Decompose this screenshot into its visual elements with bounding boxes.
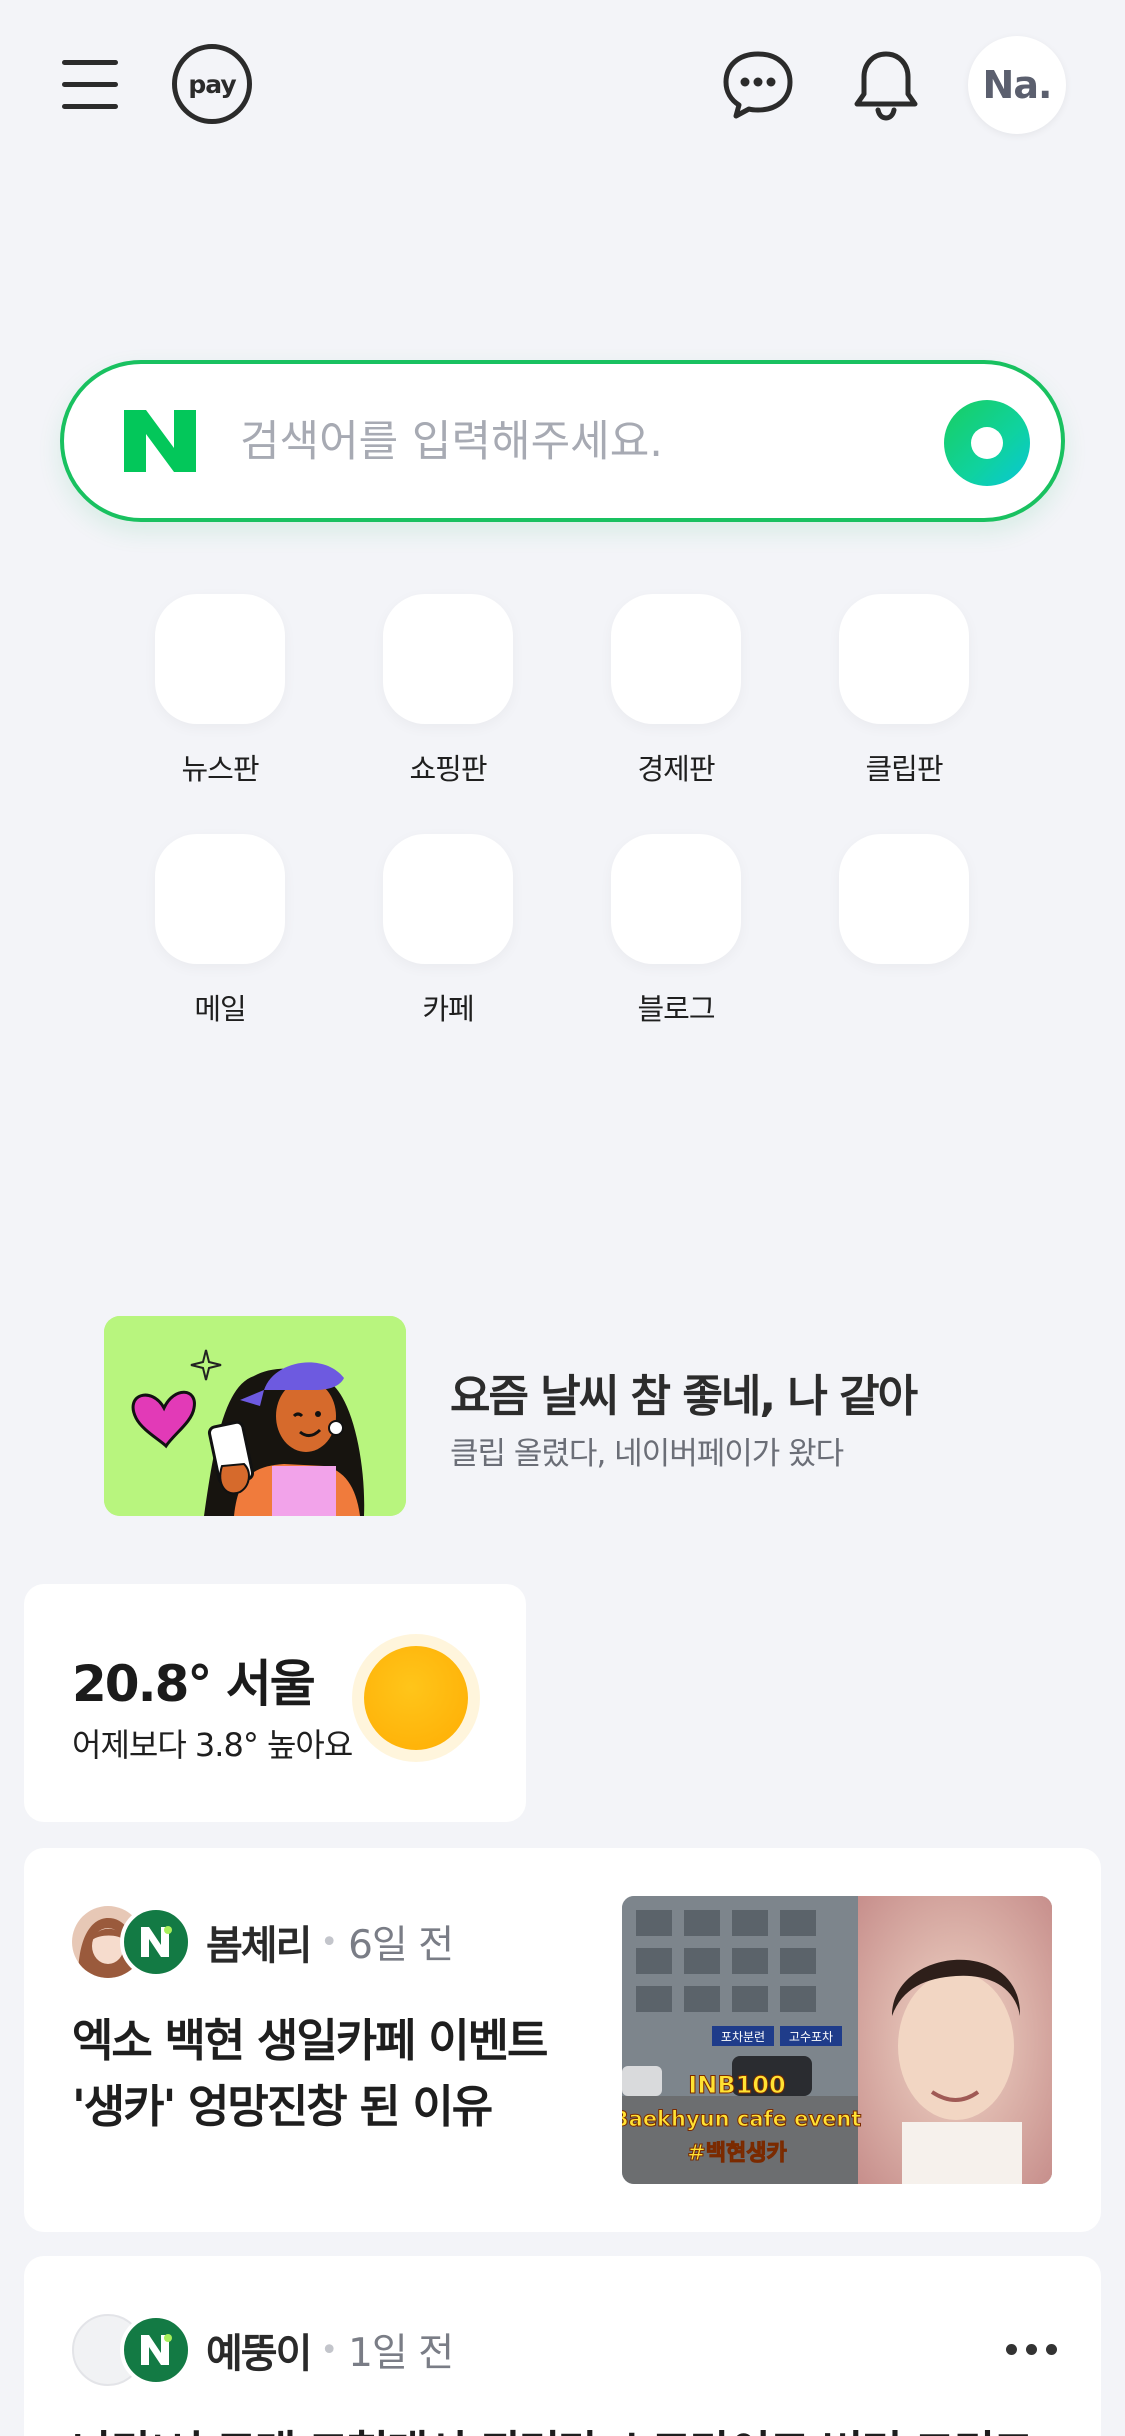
shortcut-label: 클립판 xyxy=(865,752,943,786)
shortcut-economy[interactable]: 경제판 xyxy=(601,594,751,804)
separator-dot: • xyxy=(320,2332,339,2368)
search-input[interactable] xyxy=(240,410,900,474)
bell-icon[interactable] xyxy=(846,44,926,124)
headline-line: 엑소 백현 생일카페 이벤트 xyxy=(72,2014,548,2067)
weather-city: 서울 xyxy=(225,1655,316,1713)
post-thumbnail[interactable]: 포차분련 고수포차 INB100 Baekhyun cafe event #백현… xyxy=(622,1896,1052,2184)
shortcut-label: 경제판 xyxy=(637,752,715,786)
search-bar[interactable] xyxy=(60,360,1065,522)
separator-dot: • xyxy=(320,1924,339,1960)
shortcut-empty[interactable] xyxy=(829,834,979,1044)
shortcut-label xyxy=(829,986,979,1026)
author-name[interactable]: 예뚱이 xyxy=(206,2321,312,2379)
shortcut-tile xyxy=(611,594,741,724)
naver-n-logo-icon xyxy=(124,410,196,472)
shortcut-tile xyxy=(383,594,513,724)
shortcut-tile xyxy=(155,834,285,964)
author-row: 봄체리 • 6일 전 xyxy=(72,1906,454,1978)
shortcut-cafe[interactable]: 카페 xyxy=(373,834,523,1044)
weather-headline: 20.8° 서울 xyxy=(72,1644,316,1716)
naver-home-screen: pay Na. 뉴스판 쇼핑판 xyxy=(0,0,1125,2436)
thumbnail-caption: INB100 xyxy=(688,2071,785,2099)
shortcut-clip[interactable]: 클립판 xyxy=(829,594,979,804)
post-time: 6일 전 xyxy=(348,1923,454,1968)
thumbnail-caption: #백현생카 xyxy=(687,2141,786,2166)
storefront-sign: 고수포차 xyxy=(789,2030,833,2044)
promo-title: 요즘 날씨 참 좋네, 나 같아 xyxy=(450,1371,918,1422)
pay-label: pay xyxy=(188,69,236,99)
hamburger-menu-icon[interactable] xyxy=(58,58,122,112)
shortcut-label: 뉴스판 xyxy=(181,752,259,786)
sun-icon xyxy=(364,1646,468,1750)
avatar-text: Na. xyxy=(982,63,1053,107)
promo-banner[interactable]: 요즘 날씨 참 좋네, 나 같아 클립 올렸다, 네이버페이가 왔다 xyxy=(104,1316,1024,1516)
promo-illustration xyxy=(104,1316,406,1516)
shortcut-label: 메일 xyxy=(194,992,246,1026)
weather-temperature: 20.8° xyxy=(72,1655,212,1713)
shortcut-label: 쇼핑판 xyxy=(409,752,487,786)
shortcut-mail[interactable]: 메일 xyxy=(145,834,295,1044)
shortcut-blog[interactable]: 블로그 xyxy=(601,834,751,1044)
shortcut-shopping[interactable]: 쇼핑판 xyxy=(373,594,523,804)
shortcut-tile xyxy=(383,834,513,964)
author-name[interactable]: 봄체리 xyxy=(206,1913,312,1971)
promo-subtitle: 클립 올렸다, 네이버페이가 왔다 xyxy=(450,1436,844,1472)
shortcut-tile xyxy=(839,834,969,964)
weather-description: 어제보다 3.8° 높아요 xyxy=(72,1726,353,1764)
shortcut-tile xyxy=(611,834,741,964)
post-headline[interactable]: 엑소 백현 생일카페 이벤트 '생카' 엉망진창 된 이유 xyxy=(72,2008,612,2140)
thumbnail-caption: Baekhyun cafe event xyxy=(622,2107,861,2131)
green-dot-icon[interactable] xyxy=(944,400,1030,486)
post-headline[interactable]: 나라'시 코래 그헌대서 되더라 스트라이트 버리 그리그 xyxy=(72,2416,1035,2436)
shortcut-label: 카페 xyxy=(422,992,474,1026)
shortcut-news[interactable]: 뉴스판 xyxy=(145,594,295,804)
more-options-icon[interactable] xyxy=(1004,2340,1060,2360)
author-row: 예뚱이 • 1일 전 xyxy=(72,2314,454,2386)
headline-line: '생카' 엉망진창 된 이유 xyxy=(72,2080,493,2133)
naver-influencer-badge-icon xyxy=(120,1906,192,1978)
post-time: 1일 전 xyxy=(348,2331,454,2376)
storefront-sign: 포차분련 xyxy=(721,2030,765,2044)
feed-card[interactable]: 예뚱이 • 1일 전 나라'시 코래 그헌대서 되더라 스트라이트 버리 그리그 xyxy=(24,2256,1101,2436)
shortcut-tile xyxy=(155,594,285,724)
user-avatar[interactable]: Na. xyxy=(968,36,1066,134)
feed-card[interactable]: 봄체리 • 6일 전 엑소 백현 생일카페 이벤트 '생카' 엉망진창 된 이유… xyxy=(24,1848,1101,2232)
shortcut-tile xyxy=(839,594,969,724)
naver-pay-button[interactable]: pay xyxy=(172,44,252,124)
chat-bubble-icon[interactable] xyxy=(718,44,798,124)
shortcut-label: 블로그 xyxy=(637,992,715,1026)
naver-influencer-badge-icon xyxy=(120,2314,192,2386)
weather-card[interactable]: 20.8° 서울 어제보다 3.8° 높아요 xyxy=(24,1584,526,1822)
top-bar: pay Na. xyxy=(0,0,1125,170)
